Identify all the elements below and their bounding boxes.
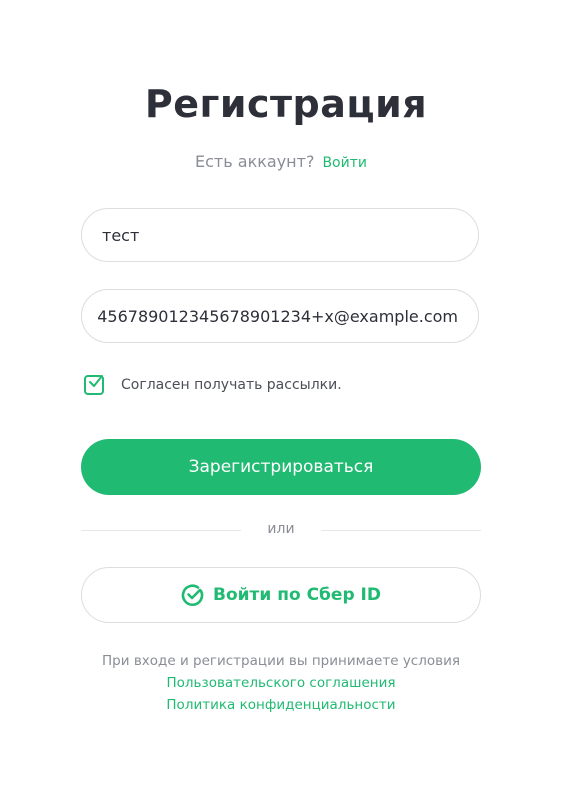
newsletter-checkbox[interactable] xyxy=(84,375,104,395)
name-field[interactable]: тест xyxy=(81,208,479,262)
email-field[interactable]: 456789012345678901234+x@example.com xyxy=(81,289,479,343)
login-prompt: Есть аккаунт? Войти xyxy=(0,152,562,171)
email-value: 456789012345678901234+x@example.com xyxy=(97,306,458,326)
sber-id-button[interactable]: Войти по Сбер ID xyxy=(81,567,481,623)
sber-check-icon xyxy=(181,584,204,607)
login-prompt-text: Есть аккаунт? xyxy=(195,152,315,171)
login-link[interactable]: Войти xyxy=(322,155,367,171)
terms-text: При входе и регистрации вы принимаете ус… xyxy=(102,653,460,669)
or-label: или xyxy=(267,521,295,537)
user-agreement-link[interactable]: Пользовательского соглашения xyxy=(0,672,562,694)
name-value: тест xyxy=(102,225,140,245)
terms: При входе и регистрации вы принимаете ус… xyxy=(0,650,562,716)
newsletter-label[interactable]: Согласен получать рассылки. xyxy=(121,377,342,393)
page-title: Регистрация xyxy=(144,82,428,126)
checkmark-icon xyxy=(89,375,103,387)
sber-id-label: Войти по Сбер ID xyxy=(213,585,381,605)
privacy-policy-link[interactable]: Политика конфиденциальности xyxy=(0,694,562,716)
register-button[interactable]: Зарегистрироваться xyxy=(81,439,481,495)
